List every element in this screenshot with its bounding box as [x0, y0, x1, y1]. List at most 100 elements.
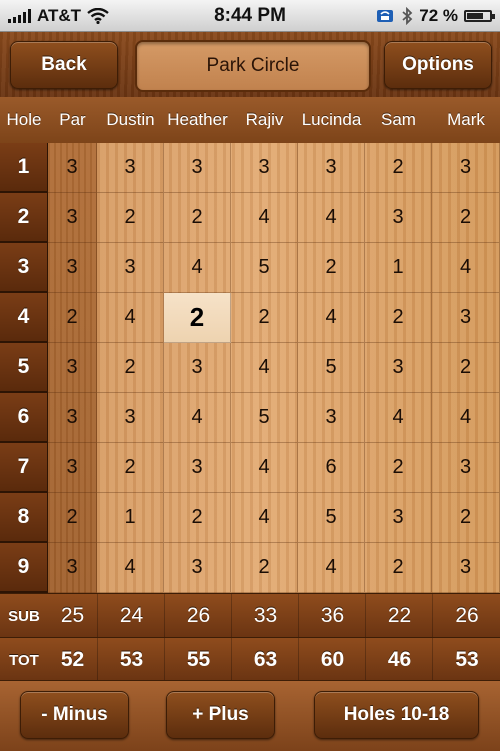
subtotal-label: SUB [8, 607, 40, 625]
status-bar: AT&T 8:44 PM 72 % [0, 0, 500, 32]
score-cell[interactable]: 4 [231, 493, 298, 543]
score-cell[interactable]: 4 [97, 543, 164, 593]
score-cell[interactable]: 3 [231, 143, 298, 193]
score-cell[interactable]: 2 [298, 243, 365, 293]
plus-button[interactable]: + Plus [166, 691, 275, 739]
par-value[interactable]: 3 [48, 443, 97, 493]
score-cell[interactable]: 3 [97, 393, 164, 443]
score-cell[interactable]: 2 [432, 193, 500, 243]
score-cell[interactable]: 2 [164, 493, 231, 543]
par-value[interactable]: 3 [48, 143, 97, 193]
score-cell[interactable]: 3 [164, 543, 231, 593]
par-value[interactable]: 3 [48, 343, 97, 393]
signal-strength-icon [8, 8, 31, 23]
holes-10-18-button[interactable]: Holes 10-18 [314, 691, 479, 739]
options-button[interactable]: Options [384, 41, 492, 89]
score-cell[interactable]: 2 [97, 343, 164, 393]
score-cell[interactable]: 3 [432, 443, 500, 493]
score-cell[interactable]: 4 [432, 393, 500, 443]
score-cell[interactable]: 4 [97, 293, 164, 343]
score-cell[interactable]: 3 [298, 143, 365, 193]
subtotal-row: SUB 25 24 26 33 36 22 26 [0, 593, 500, 638]
par-value[interactable]: 3 [48, 243, 97, 293]
score-cell[interactable]: 4 [231, 443, 298, 493]
par-value[interactable]: 2 [48, 293, 97, 343]
par-column-header: Par [59, 110, 86, 129]
score-cell[interactable]: 5 [298, 343, 365, 393]
score-cell[interactable]: 2 [164, 193, 231, 243]
player-header[interactable]: Dustin [97, 97, 164, 143]
score-cell[interactable]: 2 [432, 493, 500, 543]
player-header[interactable]: Sam [365, 97, 432, 143]
par-value[interactable]: 3 [48, 393, 97, 443]
status-right: 72 % [375, 5, 495, 26]
score-cell[interactable]: 6 [298, 443, 365, 493]
hole-number: 2 [0, 193, 48, 243]
score-cell[interactable]: 2 [365, 443, 432, 493]
par-value[interactable]: 3 [48, 193, 97, 243]
score-cell[interactable]: 4 [298, 543, 365, 593]
player-header[interactable]: Heather [164, 97, 231, 143]
score-cell[interactable]: 2 [432, 343, 500, 393]
score-cell[interactable]: 1 [365, 243, 432, 293]
score-cell[interactable]: 4 [231, 343, 298, 393]
score-cell[interactable]: 2 [365, 293, 432, 343]
score-cell[interactable]: 3 [365, 493, 432, 543]
score-cell[interactable]: 3 [365, 343, 432, 393]
score-cell[interactable]: 4 [432, 243, 500, 293]
score-cell[interactable]: 3 [298, 393, 365, 443]
score-cell[interactable]: 3 [432, 143, 500, 193]
par-total: 52 [60, 648, 85, 671]
bottom-toolbar: - Minus + Plus Holes 10-18 [0, 680, 500, 751]
score-cell[interactable]: 3 [164, 143, 231, 193]
battery-percent: 72 % [419, 5, 458, 25]
player-total: 46 [365, 638, 433, 682]
score-cell[interactable]: 5 [231, 393, 298, 443]
player-header[interactable]: Mark [432, 97, 500, 143]
score-cell[interactable]: 2 [231, 543, 298, 593]
player-total: 63 [231, 638, 299, 682]
player-subtotal: 24 [97, 594, 165, 638]
minus-button[interactable]: - Minus [20, 691, 129, 739]
score-cell[interactable]: 4 [164, 393, 231, 443]
score-cell[interactable]: 3 [97, 143, 164, 193]
hole-number: 6 [0, 393, 48, 443]
score-cell[interactable]: 2 [164, 293, 231, 343]
score-cell[interactable]: 5 [231, 243, 298, 293]
status-left: AT&T [8, 6, 109, 26]
carrier-name: AT&T [37, 5, 82, 25]
score-cell[interactable]: 4 [231, 193, 298, 243]
battery-icon [464, 9, 495, 22]
score-cell[interactable]: 3 [432, 293, 500, 343]
par-value[interactable]: 3 [48, 543, 97, 593]
score-cell[interactable]: 3 [365, 193, 432, 243]
score-cell[interactable]: 2 [97, 443, 164, 493]
score-cell[interactable]: 4 [298, 193, 365, 243]
score-cell[interactable]: 4 [164, 243, 231, 293]
score-cell[interactable]: 3 [164, 343, 231, 393]
par-value[interactable]: 2 [48, 493, 97, 543]
score-cell[interactable]: 3 [432, 543, 500, 593]
score-cell[interactable]: 2 [97, 193, 164, 243]
player-total: 53 [432, 638, 500, 682]
hole-number: 1 [0, 143, 48, 193]
player-total: 60 [298, 638, 366, 682]
scorecard-grid: Hole Par Dustin Heather Rajiv Lucinda Sam Mar… [0, 97, 500, 682]
score-cell[interactable]: 2 [365, 143, 432, 193]
wifi-icon [87, 7, 109, 24]
header-row: Hole Par Dustin Heather Rajiv Lucinda Sam Mar… [0, 97, 500, 144]
course-title-field[interactable]: Park Circle [135, 40, 371, 92]
back-button[interactable]: Back [10, 41, 118, 89]
player-header[interactable]: Lucinda [298, 97, 365, 143]
score-cell[interactable]: 3 [164, 443, 231, 493]
score-cell[interactable]: 2 [231, 293, 298, 343]
player-subtotal: 26 [432, 594, 500, 638]
score-cell[interactable]: 3 [97, 243, 164, 293]
score-cell[interactable]: 5 [298, 493, 365, 543]
score-cell[interactable]: 2 [365, 543, 432, 593]
score-cell[interactable]: 4 [365, 393, 432, 443]
player-header[interactable]: Rajiv [231, 97, 298, 143]
player-subtotal: 33 [231, 594, 299, 638]
score-cell[interactable]: 4 [298, 293, 365, 343]
score-cell[interactable]: 1 [97, 493, 164, 543]
